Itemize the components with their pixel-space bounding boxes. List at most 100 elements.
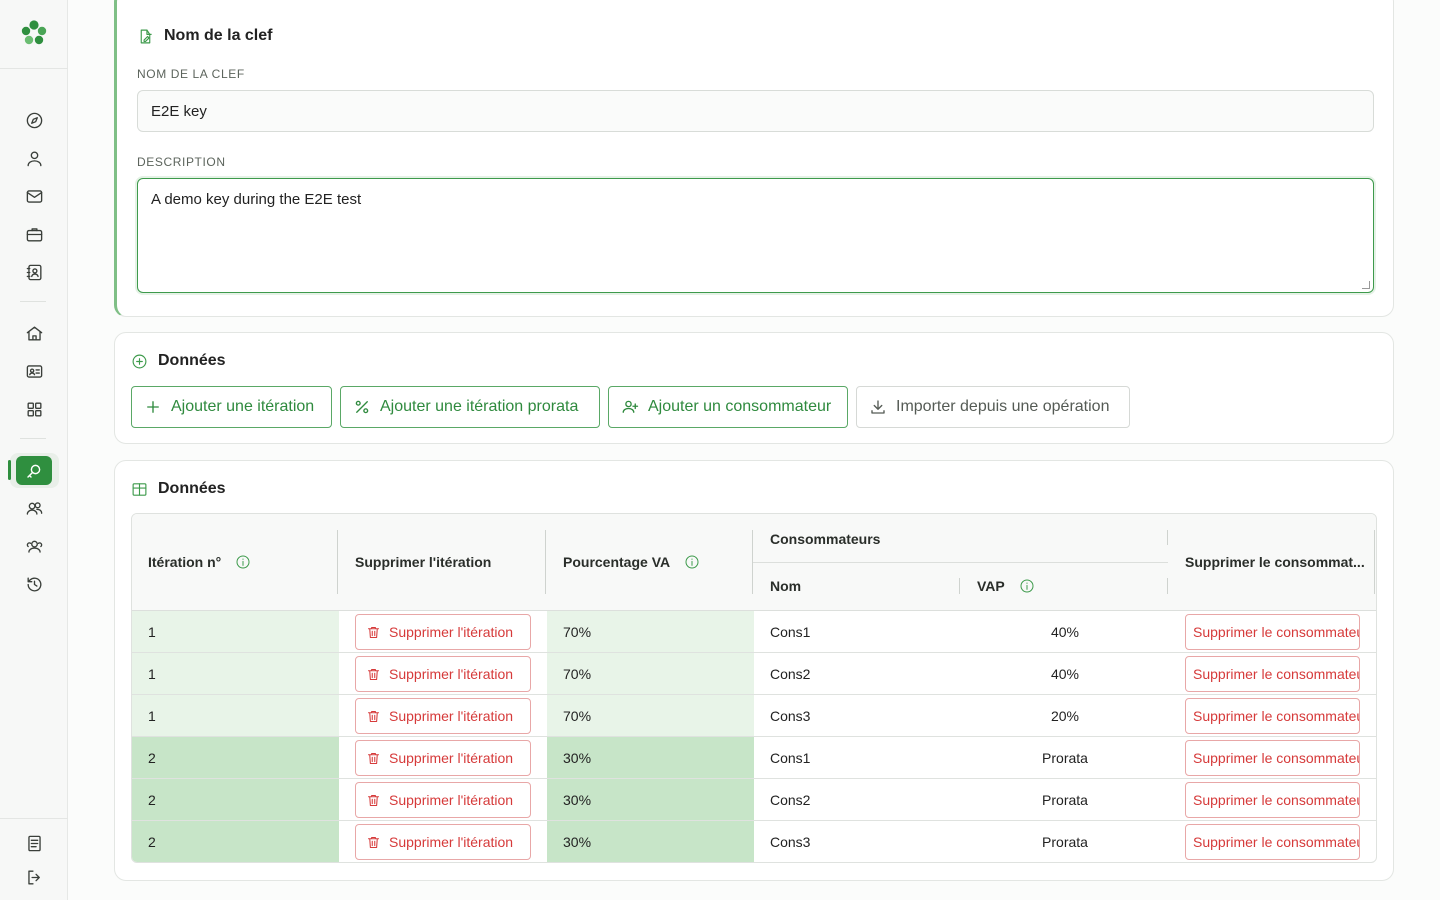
document-icon[interactable]	[23, 832, 45, 854]
plus-icon	[147, 401, 159, 413]
table-icon	[132, 482, 147, 496]
add-iteration-button[interactable]: Ajouter une itération	[131, 386, 332, 428]
data-table-card: Données Itération n° Supprimer l'itérati…	[114, 460, 1394, 881]
delete-consumer-button[interactable]: Supprimer le consommateur	[1185, 782, 1360, 818]
iterations-table: Itération n° Supprimer l'itération Pourc…	[131, 513, 1377, 863]
history-icon[interactable]	[23, 573, 45, 595]
percentage-cell: 70%	[547, 653, 754, 694]
header-group-divider	[753, 562, 1168, 563]
delete-iteration-button[interactable]: Supprimer l'itération	[355, 740, 531, 776]
plus-circle-icon	[132, 354, 147, 368]
delete-iteration-button[interactable]: Supprimer l'itération	[355, 782, 531, 818]
delete-iteration-button[interactable]: Supprimer l'itération	[355, 824, 531, 860]
consumer-name-cell: Cons2	[770, 665, 811, 682]
trash-icon	[367, 752, 380, 764]
iteration-cell: 2	[132, 779, 339, 820]
percentage-cell: 30%	[547, 779, 754, 820]
id-card-icon[interactable]	[23, 360, 45, 382]
column-header-iteration[interactable]: Itération n°	[148, 554, 251, 570]
column-separator[interactable]	[1374, 530, 1375, 594]
delete-consumer-button[interactable]: Supprimer le consommateur	[1185, 656, 1360, 692]
delete-iteration-button[interactable]: Supprimer l'itération	[355, 656, 531, 692]
table-row: 2 Supprimer l'itération 30% Cons2 Prorat…	[132, 779, 1376, 821]
vap-cell: Prorata	[1042, 749, 1088, 766]
delete-iteration-label: Supprimer l'itération	[389, 708, 514, 724]
column-header-percentage[interactable]: Pourcentage VA	[563, 554, 700, 570]
home-icon[interactable]	[23, 322, 45, 344]
logo-icon	[21, 20, 47, 45]
column-separator[interactable]	[959, 578, 960, 594]
name-header-label: Nom	[770, 578, 802, 594]
column-separator[interactable]	[1167, 530, 1168, 545]
column-header-name[interactable]: Nom	[770, 578, 801, 594]
delete-consumer-label: Supprimer le consommateur	[1193, 834, 1360, 850]
briefcase-icon[interactable]	[23, 223, 45, 245]
trash-icon	[367, 710, 380, 722]
add-prorata-iteration-button[interactable]: Ajouter une itération prorata	[340, 386, 600, 428]
table-row: 1 Supprimer l'itération 70% Cons1 40% Su…	[132, 611, 1376, 653]
column-separator[interactable]	[337, 530, 338, 594]
vap-cell: 40%	[1050, 623, 1080, 640]
delete-iteration-label: Supprimer l'itération	[389, 666, 514, 682]
delete-consumer-button[interactable]: Supprimer le consommateur	[1185, 614, 1360, 650]
description-text: A demo key during the E2E test	[151, 191, 362, 208]
info-icon[interactable]	[1019, 578, 1035, 594]
sidebar-divider	[20, 301, 46, 302]
column-header-vap[interactable]: VAP	[977, 578, 1035, 594]
description-textarea[interactable]: A demo key during the E2E test	[137, 178, 1374, 293]
import-operation-button[interactable]: Importer depuis une opération	[856, 386, 1130, 428]
sidebar-divider	[0, 68, 68, 69]
data-actions-title: Données	[158, 352, 226, 369]
consumer-name-cell: Cons2	[770, 791, 811, 808]
add-prorata-label: Ajouter une itération prorata	[380, 398, 579, 415]
iteration-cell: 1	[132, 611, 339, 652]
percentage-cell: 30%	[547, 821, 754, 862]
sidebar-divider	[0, 818, 68, 819]
column-separator[interactable]	[1167, 578, 1168, 594]
data-table-header: Données	[131, 480, 226, 498]
grid-icon[interactable]	[23, 398, 45, 420]
delete-consumer-button[interactable]: Supprimer le consommateur	[1185, 698, 1360, 734]
data-actions-card: Données Ajouter une itération Ajouter un…	[114, 332, 1394, 444]
users-icon[interactable]	[23, 497, 45, 519]
delete-consumer-button[interactable]: Supprimer le consommateur	[1185, 740, 1360, 776]
consumer-name-cell: Cons1	[770, 749, 811, 766]
consumers-header-label: Consommateurs	[770, 531, 881, 547]
delete-iteration-label: Supprimer l'itération	[389, 834, 514, 850]
download-icon	[871, 400, 885, 414]
logout-icon[interactable]	[23, 866, 45, 888]
trash-icon	[367, 836, 380, 848]
iteration-cell: 1	[132, 653, 339, 694]
user-icon[interactable]	[23, 147, 45, 169]
resize-handle[interactable]	[1362, 281, 1370, 289]
key-name-input[interactable]: E2E key	[137, 90, 1374, 132]
import-operation-label: Importer depuis une opération	[896, 398, 1110, 415]
vap-header-label: VAP	[977, 578, 1005, 594]
column-group-consumers: Consommateurs	[770, 531, 880, 547]
info-icon[interactable]	[235, 554, 251, 570]
key-info-header: Nom de la clef	[137, 27, 272, 45]
active-nav-indicator	[8, 460, 11, 480]
trash-icon	[367, 794, 380, 806]
mail-icon[interactable]	[23, 185, 45, 207]
trash-icon	[367, 626, 380, 638]
delete-consumer-header-label: Supprimer le consommat...	[1185, 554, 1365, 570]
delete-iteration-button[interactable]: Supprimer l'itération	[355, 614, 531, 650]
percentage-cell: 70%	[547, 611, 754, 652]
iteration-header-label: Itération n°	[148, 554, 222, 570]
table-row: 1 Supprimer l'itération 70% Cons2 40% Su…	[132, 653, 1376, 695]
delete-consumer-button[interactable]: Supprimer le consommateur	[1185, 824, 1360, 860]
compass-icon[interactable]	[23, 109, 45, 131]
consumer-name-cell: Cons1	[770, 623, 811, 640]
delete-consumer-label: Supprimer le consommateur	[1193, 624, 1360, 640]
info-icon[interactable]	[684, 554, 700, 570]
team-icon[interactable]	[23, 535, 45, 557]
key-search-icon[interactable]	[16, 456, 52, 485]
add-consumer-button[interactable]: Ajouter un consommateur	[608, 386, 848, 428]
column-header-delete-iteration[interactable]: Supprimer l'itération	[355, 554, 491, 570]
column-separator[interactable]	[545, 530, 546, 594]
column-header-delete-consumer[interactable]: Supprimer le consommat...	[1185, 554, 1365, 570]
contact-book-icon[interactable]	[23, 261, 45, 283]
delete-iteration-button[interactable]: Supprimer l'itération	[355, 698, 531, 734]
key-info-card: Nom de la clef NOM DE LA CLEF E2E key DE…	[114, 0, 1394, 317]
